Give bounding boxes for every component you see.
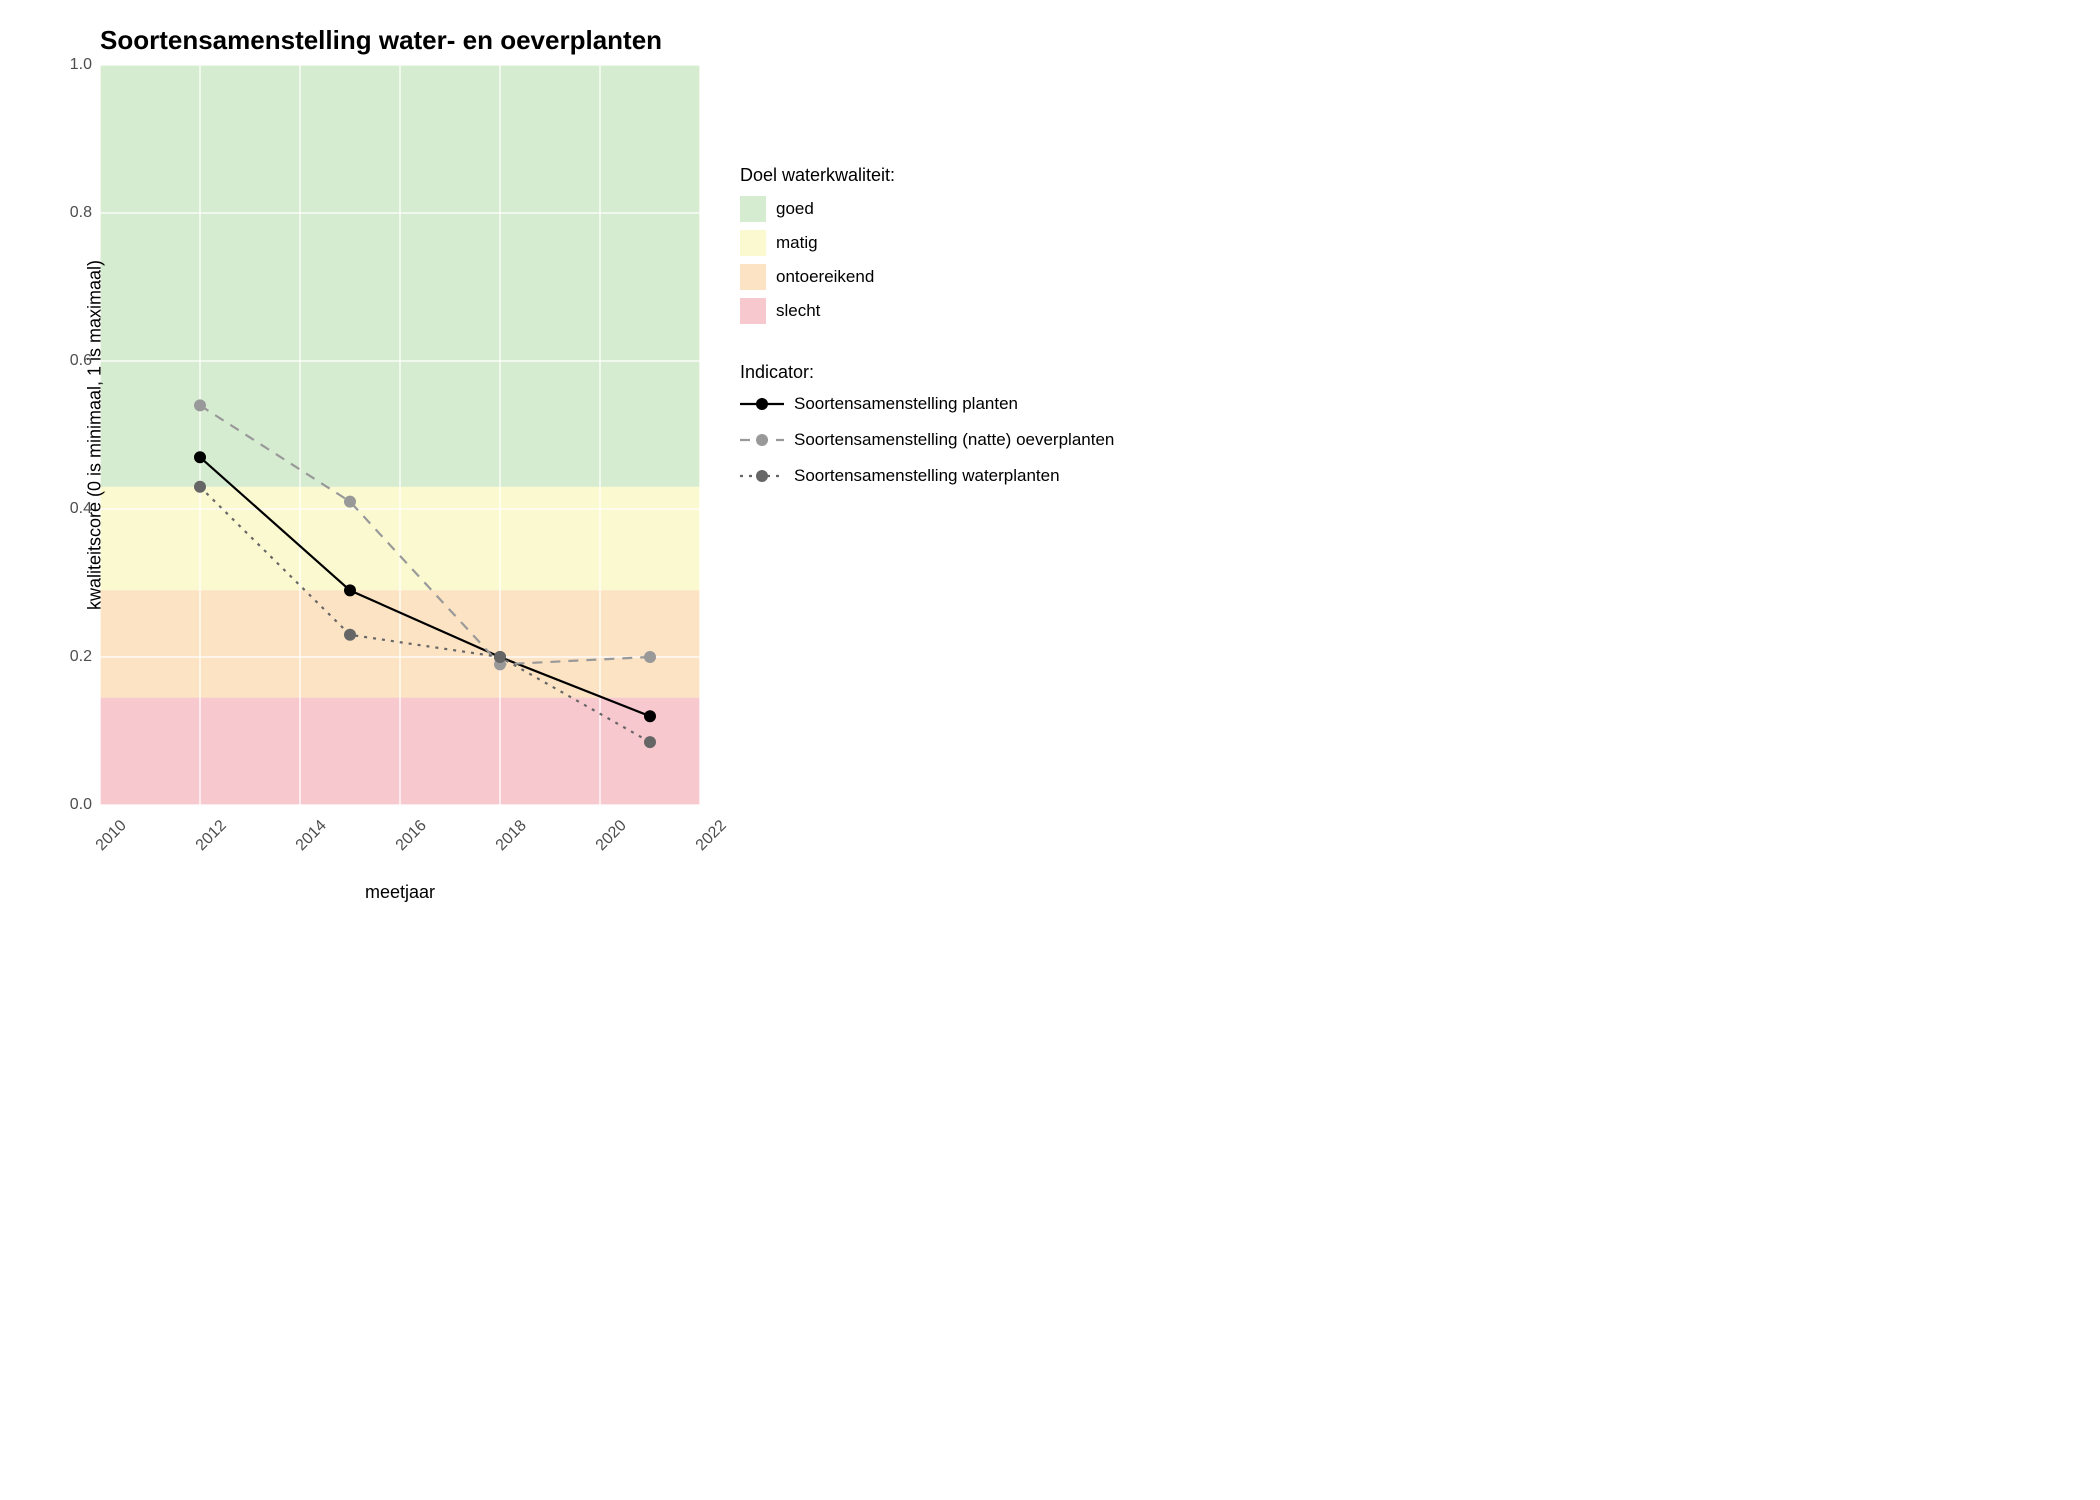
legend-line-swatch [740,465,784,487]
legend-swatch [740,230,766,256]
y-axis-label: kwaliteitscore (0 is minimaal, 1 is maxi… [85,260,106,610]
legend-swatch [740,264,766,290]
x-tick-label: 2018 [493,817,531,855]
x-tick-label: 2014 [293,817,331,855]
legend-label: Soortensamenstelling (natte) oeverplante… [794,430,1114,450]
y-tick-label: 0.6 [70,352,92,370]
legend-series-title: Indicator: [740,362,1114,383]
legend-line-swatch [740,393,784,415]
data-point [194,399,206,411]
legend-label: matig [776,233,818,253]
legend-swatch [740,196,766,222]
plot-area: kwaliteitscore (0 is minimaal, 1 is maxi… [100,65,700,805]
data-point [194,481,206,493]
x-tick-label: 2010 [93,817,131,855]
legend-band-item: slecht [740,298,1114,324]
legend-label: goed [776,199,814,219]
data-point [344,629,356,641]
x-tick-label: 2012 [193,817,231,855]
data-point [344,584,356,596]
data-point [344,496,356,508]
legend-series-item: Soortensamenstelling planten [740,393,1114,415]
x-tick-label: 2020 [593,817,631,855]
legend: Doel waterkwaliteit: goed matig ontoereike… [740,165,1114,501]
legend-bands-title: Doel waterkwaliteit: [740,165,1114,186]
legend-band-item: ontoereikend [740,264,1114,290]
legend-band-item: matig [740,230,1114,256]
y-tick-label: 0.2 [70,648,92,666]
data-point [644,651,656,663]
legend-band-item: goed [740,196,1114,222]
y-tick-label: 0.4 [70,500,92,518]
legend-label: ontoereikend [776,267,874,287]
y-tick-label: 1.0 [70,56,92,74]
legend-series-item: Soortensamenstelling (natte) oeverplante… [740,429,1114,451]
data-point [644,736,656,748]
data-point [644,710,656,722]
y-tick-label: 0.0 [70,796,92,814]
chart-container: Soortensamenstelling water- en oeverplan… [20,20,1280,920]
legend-swatch [740,298,766,324]
data-point [494,651,506,663]
legend-label: Soortensamenstelling waterplanten [794,466,1060,486]
chart-title: Soortensamenstelling water- en oeverplan… [100,25,662,56]
x-tick-label: 2022 [693,817,731,855]
legend-label: Soortensamenstelling planten [794,394,1018,414]
legend-label: slecht [776,301,820,321]
data-point [194,451,206,463]
y-tick-label: 0.8 [70,204,92,222]
legend-series-item: Soortensamenstelling waterplanten [740,465,1114,487]
legend-line-swatch [740,429,784,451]
x-tick-label: 2016 [393,817,431,855]
x-axis-label: meetjaar [365,882,435,903]
